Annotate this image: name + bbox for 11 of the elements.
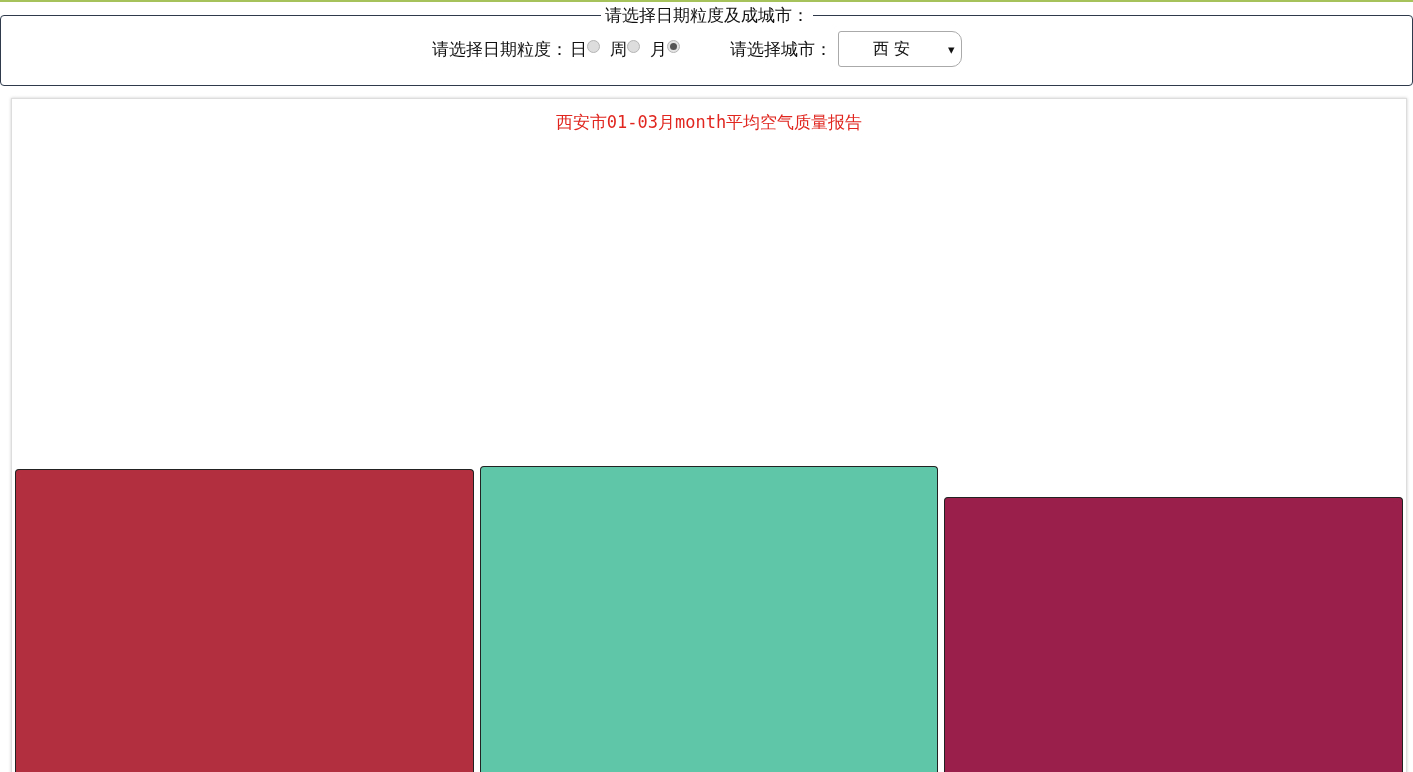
city-label: 请选择城市： [729, 37, 832, 61]
radio-button[interactable] [586, 39, 600, 53]
city-dropdown[interactable]: 西 安 ▾ [837, 31, 962, 67]
option-label: 月 [649, 37, 667, 61]
radio-button[interactable] [626, 39, 640, 53]
granularity-label: 请选择日期粒度： [431, 37, 568, 61]
report-title: 西安市01-03月month平均空气质量报告 [554, 111, 864, 134]
panel-legend: 请选择日期粒度及成城市： [600, 4, 813, 27]
radio-button[interactable] [666, 39, 680, 53]
option-label: 日 [569, 37, 587, 61]
option-label: 周 [609, 37, 627, 61]
